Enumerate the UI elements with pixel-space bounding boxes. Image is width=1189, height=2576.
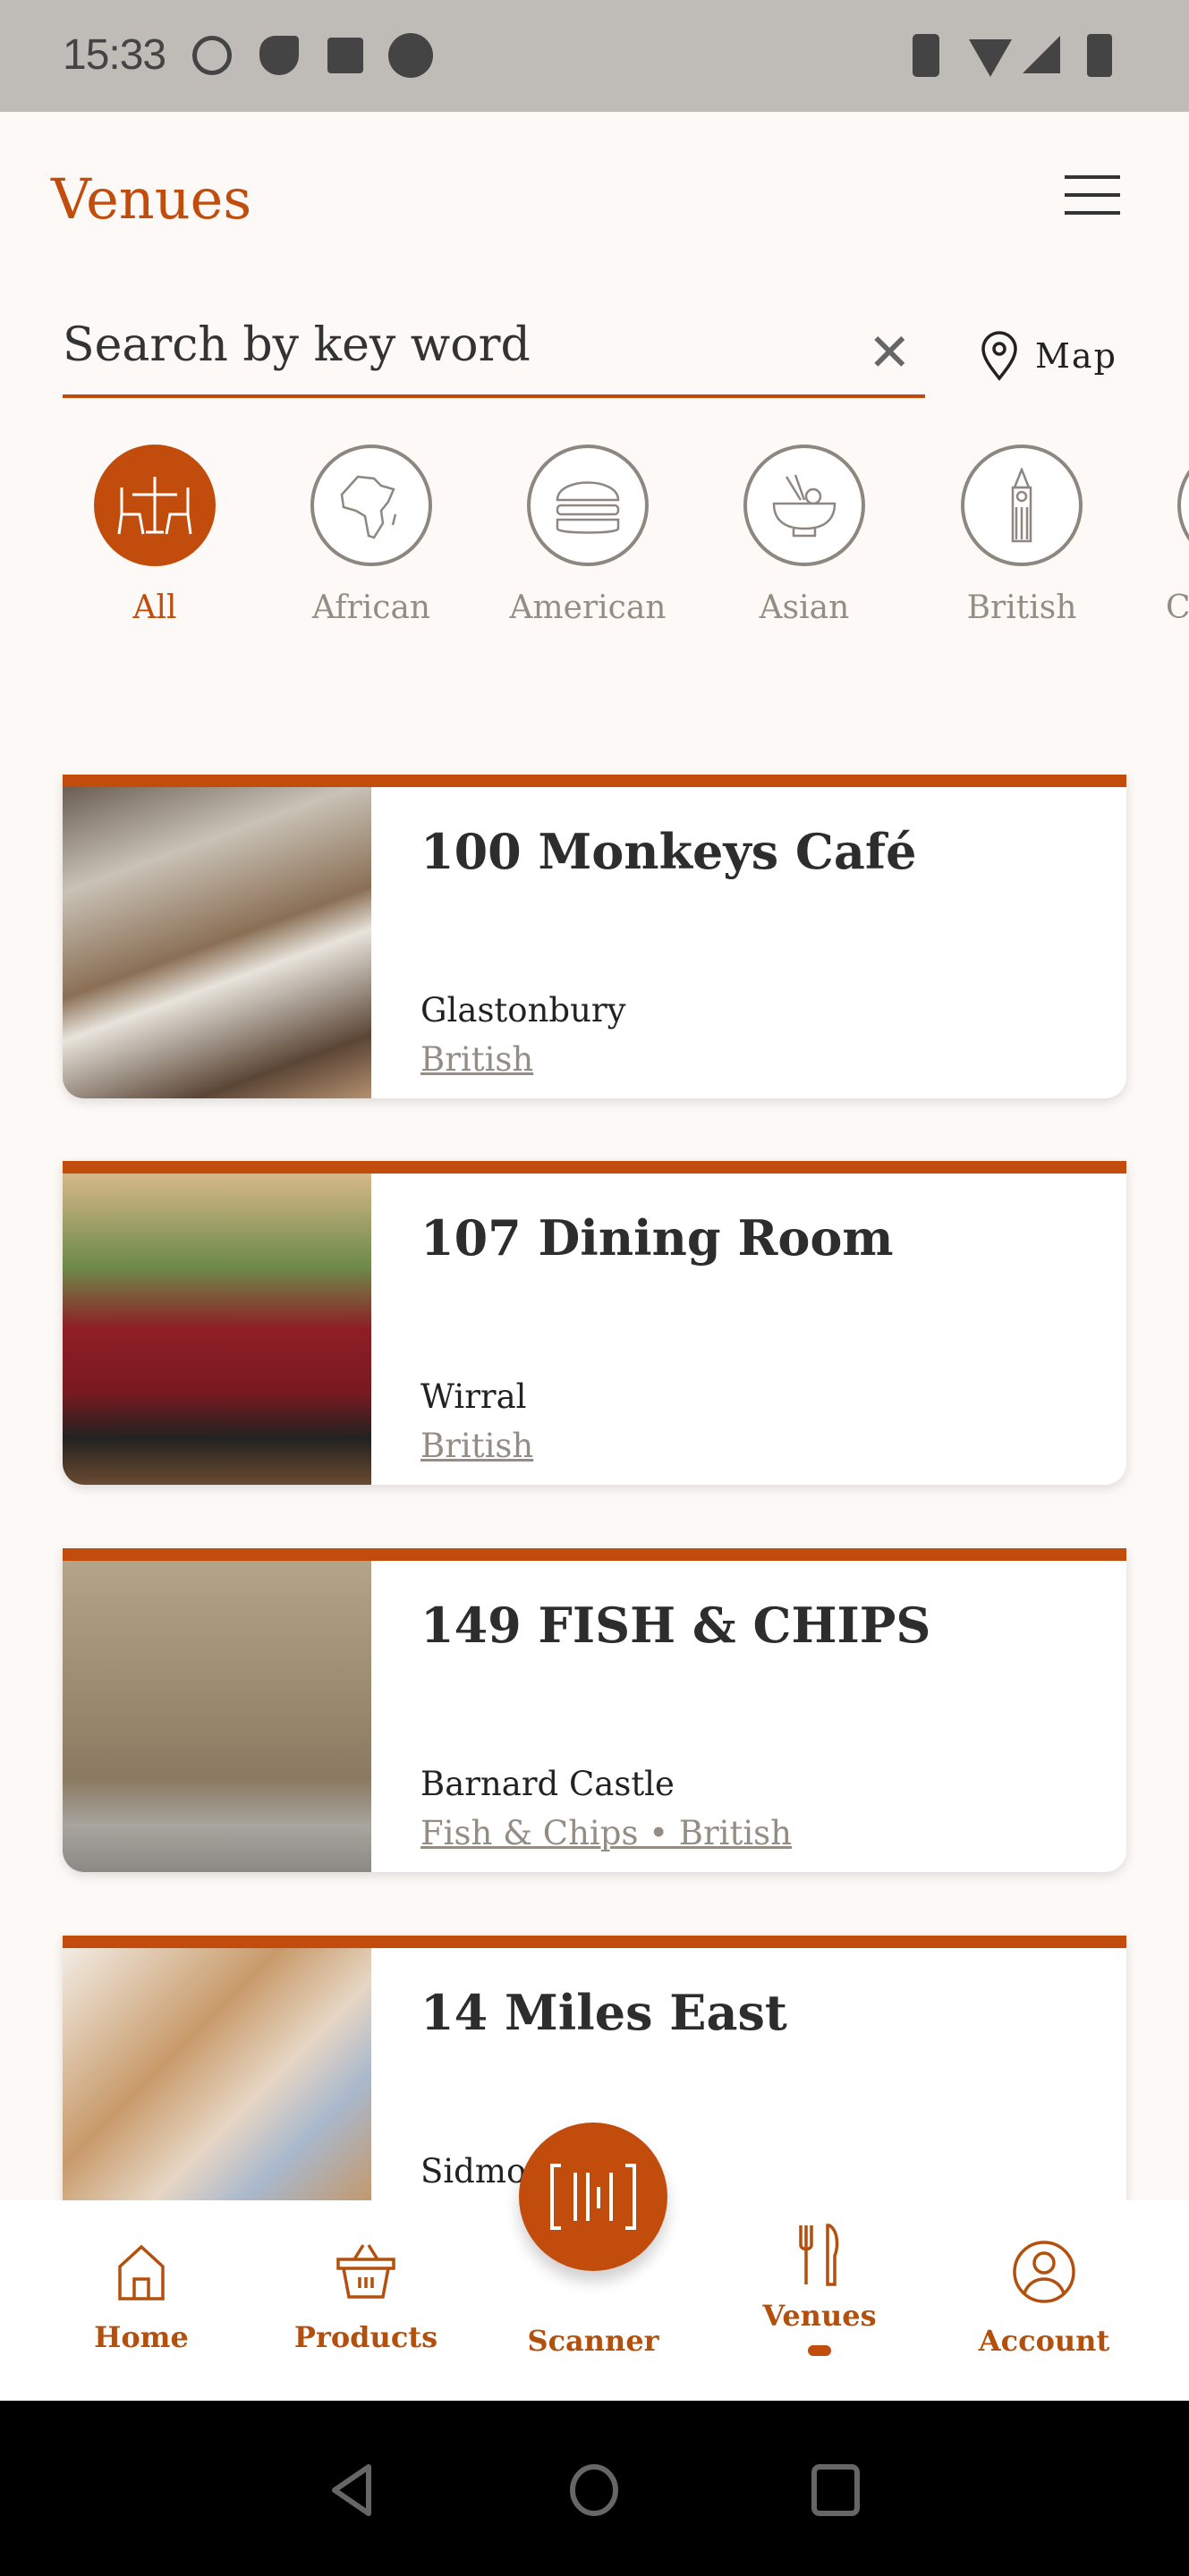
category-label: C [1166,589,1189,626]
big-ben-icon [961,445,1083,566]
category-icon [1177,470,1189,541]
beats-icon [388,33,433,78]
nav-venues[interactable]: Venues [721,2224,918,2356]
whatsapp-icon [192,36,232,75]
category-asian[interactable]: Asian [706,445,903,626]
noodle-bowl-icon [743,445,865,566]
nav-label: Products [293,2320,438,2354]
nav-home[interactable]: Home [43,2243,240,2354]
venue-card[interactable]: 107 Dining Room Wirral British [63,1161,1126,1485]
map-pin-icon [981,331,1017,381]
search-input[interactable]: Search by key word ✕ [63,313,925,398]
search-placeholder: Search by key word [63,318,531,372]
signal-icon [1023,36,1060,73]
nav-scanner[interactable]: Scanner [495,2304,692,2358]
africa-map-icon [310,445,432,566]
scanner-button[interactable] [519,2123,667,2271]
category-all[interactable]: All [56,445,253,626]
venue-image [63,787,371,1098]
home-icon [118,2244,165,2301]
active-indicator [808,2345,831,2356]
category-label: African [311,589,431,626]
nav-label: Scanner [527,2324,659,2358]
nav-label: Venues [762,2299,877,2333]
venue-name: 14 Miles East [420,1984,787,2041]
venue-image [63,1174,371,1485]
venue-name: 100 Monkeys Café [420,823,917,880]
venue-city: Glastonbury [420,991,626,1030]
nav-label: Account [978,2324,1110,2358]
barcode-scanner-icon [550,2164,636,2230]
venue-card[interactable]: 100 Monkeys Café Glastonbury British [63,775,1126,1098]
venue-cuisine[interactable]: British [420,1040,533,1079]
battery-icon [1087,34,1112,77]
category-african[interactable]: African [273,445,470,626]
map-button[interactable]: Map [980,329,1117,383]
venue-name: 149 FISH & CHIPS [420,1597,931,1654]
category-british[interactable]: British [923,445,1120,626]
basket-icon [336,2244,395,2299]
category-label: British [966,589,1077,626]
status-time: 15:33 [63,31,166,79]
back-icon[interactable] [329,2463,374,2517]
notification-icon [259,36,299,75]
category-label: American [509,589,667,626]
venue-cuisine[interactable]: British [420,1427,533,1465]
category-american[interactable]: American [489,445,686,626]
hamburger-menu-icon[interactable] [1065,175,1120,216]
venue-image [63,1561,371,1872]
nav-products[interactable]: Products [268,2243,464,2354]
burger-icon [527,445,649,566]
venue-city: Barnard Castle [420,1765,675,1803]
home-circle-icon[interactable] [567,2463,621,2517]
image-icon [327,38,363,73]
wifi-icon [969,39,1012,77]
fork-knife-icon [799,2224,839,2286]
recents-icon[interactable] [809,2463,862,2517]
venue-name: 107 Dining Room [420,1209,894,1267]
category-label: Asian [759,589,850,626]
system-nav-bar [0,2401,1189,2576]
venue-cuisine[interactable]: Fish & Chips • British [420,1814,792,1852]
venue-city: Wirral [420,1377,527,1416]
venue-card[interactable]: 149 FISH & CHIPS Barnard Castle Fish & C… [63,1548,1126,1872]
account-icon [1013,2241,1075,2303]
clear-search-icon[interactable]: ✕ [868,322,912,383]
nav-account[interactable]: Account [946,2240,1142,2358]
dining-table-icon [94,445,216,566]
map-label: Map [1035,336,1117,376]
category-label: All [132,589,177,626]
nav-label: Home [94,2320,189,2354]
page-title: Venues [51,166,252,232]
vibrate-icon [913,34,939,77]
category-partial[interactable]: C [1166,445,1189,626]
status-bar: 15:33 [0,0,1189,112]
